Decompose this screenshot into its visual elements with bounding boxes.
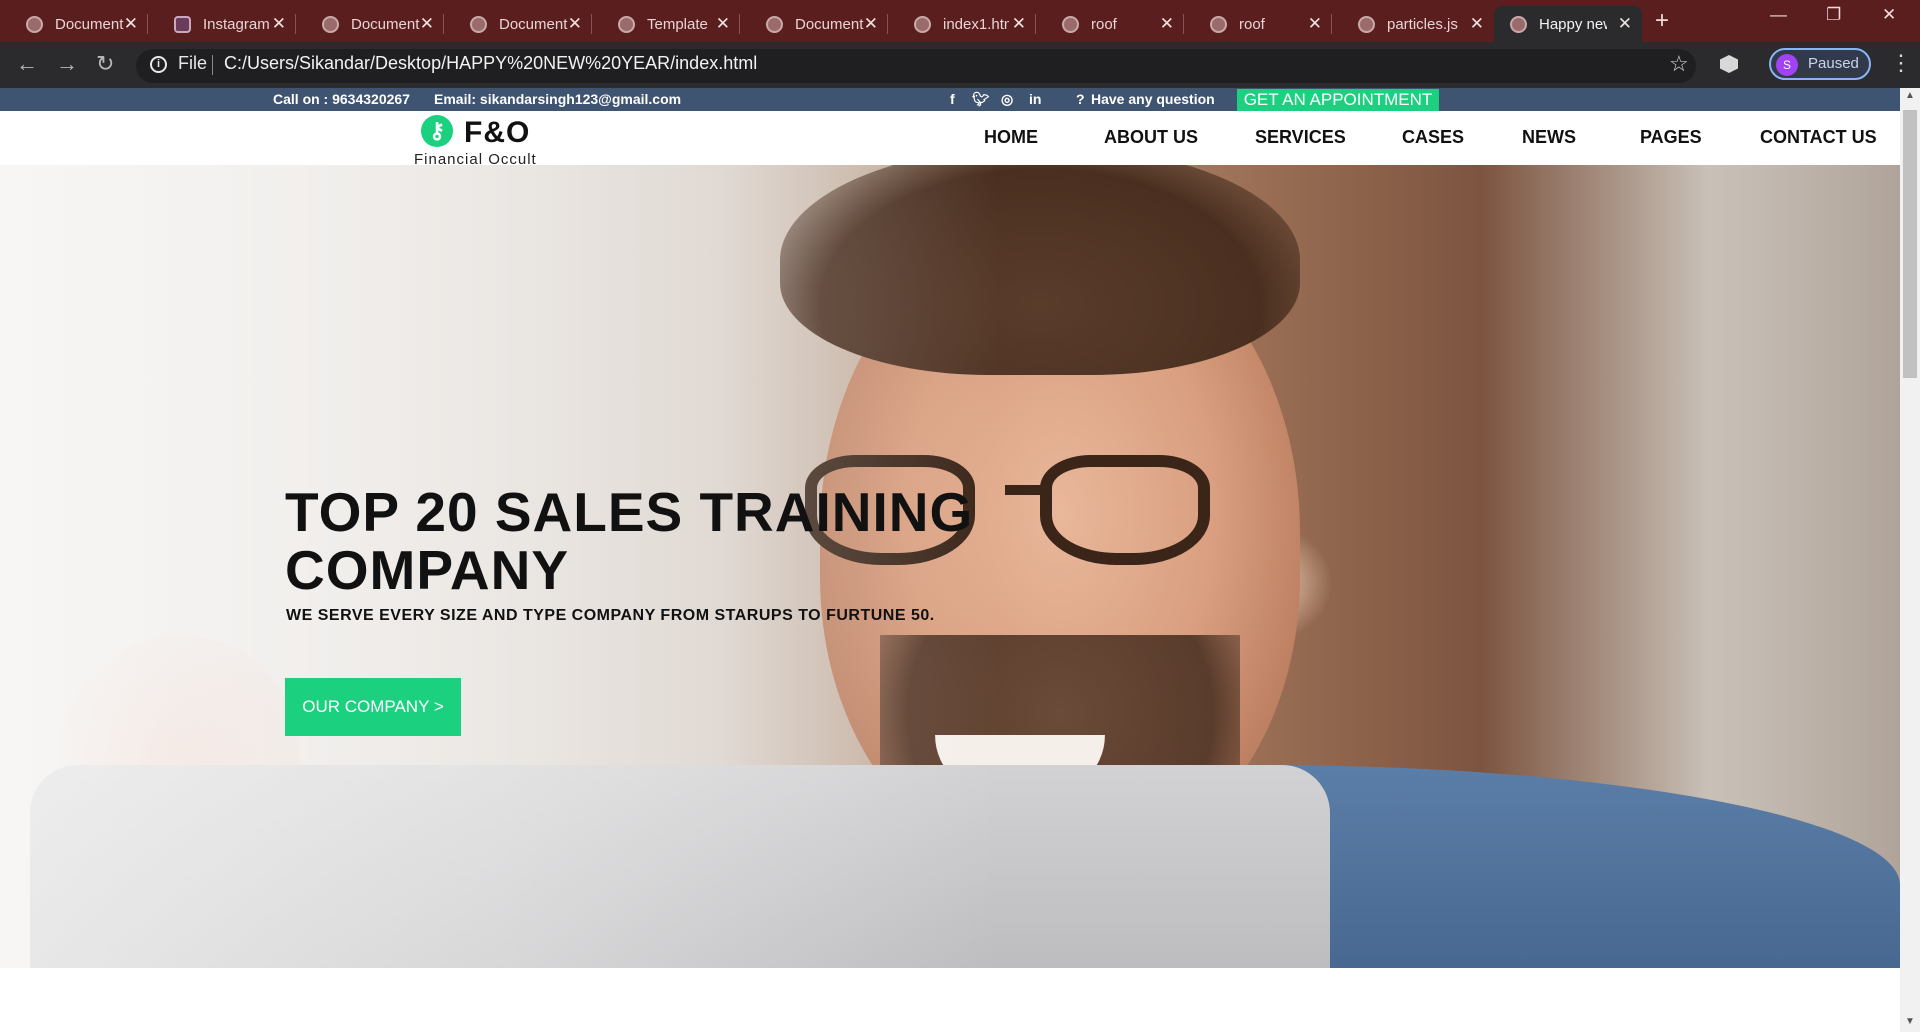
forward-icon[interactable]: →: [56, 51, 78, 77]
close-icon[interactable]: ✕: [1012, 14, 1026, 34]
url-divider: [212, 55, 213, 75]
scroll-down-icon[interactable]: ▼: [1905, 1016, 1915, 1027]
facebook-icon[interactable]: f: [950, 91, 955, 107]
our-company-button[interactable]: OUR COMPANY >: [285, 678, 461, 736]
browser-menu-icon[interactable]: ⋮: [1890, 50, 1912, 76]
nav-news[interactable]: NEWS: [1522, 127, 1576, 148]
browser-tab[interactable]: Template ✕: [592, 6, 740, 42]
close-icon[interactable]: ✕: [568, 14, 582, 34]
nav-services[interactable]: SERVICES: [1255, 127, 1346, 148]
nav-pages[interactable]: PAGES: [1640, 127, 1702, 148]
profile-status: Paused: [1808, 55, 1859, 72]
browser-tab[interactable]: Document ✕: [296, 6, 444, 42]
globe-icon: [618, 15, 635, 33]
scrollbar-thumb[interactable]: [1903, 110, 1917, 378]
globe-icon: [1510, 15, 1527, 33]
bookmark-star-icon[interactable]: ☆: [1669, 51, 1689, 77]
globe-icon: [470, 15, 487, 33]
tab-title: index1.htm: [943, 15, 1009, 33]
browser-tab[interactable]: Instagram ✕: [148, 6, 296, 42]
back-icon[interactable]: ←: [16, 51, 38, 77]
globe-icon: [1062, 15, 1079, 33]
minimize-icon[interactable]: —: [1770, 5, 1787, 25]
tab-title: Template: [647, 15, 708, 33]
nav-home[interactable]: HOME: [984, 127, 1038, 148]
scroll-up-icon[interactable]: ▲: [1905, 90, 1915, 101]
appointment-button[interactable]: GET AN APPOINTMENT: [1237, 89, 1439, 111]
twitter-icon[interactable]: 🐦︎: [972, 91, 990, 108]
avatar: S: [1776, 54, 1798, 76]
instagram-icon: [174, 15, 191, 33]
hero-photo-glasses-right: [1040, 455, 1210, 565]
restore-icon[interactable]: ❐: [1826, 5, 1841, 25]
close-icon[interactable]: ✕: [1160, 14, 1174, 34]
globe-icon: [26, 15, 43, 33]
close-icon[interactable]: ✕: [124, 14, 138, 34]
contact-topbar: Call on : 9634320267 Email: sikandarsing…: [0, 88, 1900, 111]
nav-contact-us[interactable]: CONTACT US: [1760, 127, 1877, 148]
tab-title: particles.js: [1387, 15, 1458, 33]
browser-tab[interactable]: index1.htm ✕: [888, 6, 1036, 42]
browser-tab[interactable]: Document ✕: [444, 6, 592, 42]
close-icon[interactable]: ✕: [864, 14, 878, 34]
globe-icon: [322, 15, 339, 33]
key-logo-icon[interactable]: ⚷: [421, 115, 453, 147]
email-text: Email: sikandarsingh123@gmail.com: [434, 91, 682, 107]
close-icon[interactable]: ✕: [1470, 14, 1484, 34]
phone-text: Call on : 9634320267: [273, 91, 410, 107]
url-text[interactable]: C:/Users/Sikandar/Desktop/HAPPY%20NEW%20…: [224, 53, 757, 74]
logo-title[interactable]: F&O: [464, 116, 530, 150]
hero-title: TOP 20 SALES TRAINING COMPANY: [285, 481, 974, 601]
info-icon[interactable]: i: [150, 56, 167, 73]
close-icon[interactable]: ✕: [272, 14, 286, 34]
globe-icon: [1210, 15, 1227, 33]
new-tab-button[interactable]: +: [1655, 7, 1669, 35]
browser-tab[interactable]: roof ✕: [1184, 6, 1332, 42]
close-icon[interactable]: ✕: [1308, 14, 1322, 34]
close-icon[interactable]: ✕: [1618, 14, 1632, 34]
browser-tab[interactable]: particles.js ✕: [1332, 6, 1494, 42]
web-page: Call on : 9634320267 Email: sikandarsing…: [0, 88, 1920, 1032]
tab-title: Happy new: [1539, 15, 1607, 33]
question-text[interactable]: Have any question: [1091, 91, 1215, 107]
globe-icon: [766, 15, 783, 33]
globe-icon: [1358, 15, 1375, 33]
globe-icon: [914, 15, 931, 33]
instagram-icon[interactable]: ◎: [1001, 91, 1013, 108]
file-label: File: [178, 53, 208, 73]
hero-banner: TOP 20 SALES TRAINING COMPANY WE SERVE E…: [0, 165, 1900, 968]
site-header: ⚷ F&O Financial Occult HOME ABOUT US SER…: [0, 111, 1900, 168]
nav-cases[interactable]: CASES: [1402, 127, 1464, 148]
browser-tab[interactable]: roof ✕: [1036, 6, 1184, 42]
hero-subtitle: WE SERVE EVERY SIZE AND TYPE COMPANY FRO…: [286, 607, 935, 624]
close-icon[interactable]: ✕: [420, 14, 434, 34]
browser-tab-active[interactable]: Happy new ✕: [1494, 6, 1642, 42]
browser-tab-strip: Document ✕ Instagram ✕ Document ✕ Docume…: [0, 0, 1920, 42]
nav-about-us[interactable]: ABOUT US: [1104, 127, 1198, 148]
reload-icon[interactable]: ↻: [96, 51, 114, 77]
question-icon: ?: [1076, 91, 1085, 107]
browser-tab[interactable]: Document ✕: [740, 6, 888, 42]
browser-tab[interactable]: Document ✕: [0, 6, 148, 42]
close-icon[interactable]: ✕: [716, 14, 730, 34]
close-window-icon[interactable]: ✕: [1882, 5, 1896, 25]
linkedin-icon[interactable]: in: [1029, 91, 1041, 107]
